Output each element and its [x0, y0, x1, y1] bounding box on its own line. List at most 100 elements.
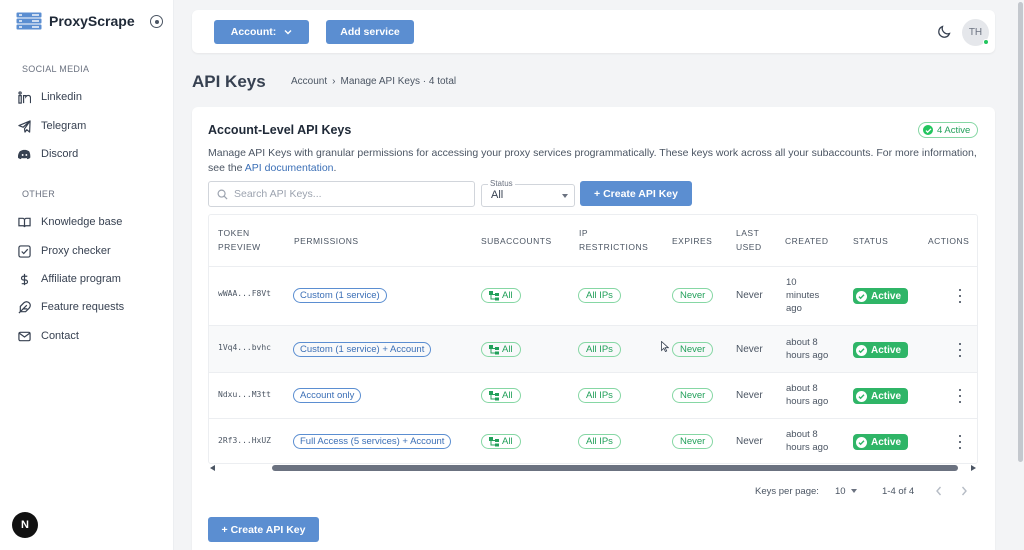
sidebar-item-label: Knowledge base [41, 216, 123, 228]
th-last-used: LAST USED [736, 226, 762, 254]
chevron-left-icon[interactable] [934, 485, 944, 497]
chevron-down-icon [284, 30, 292, 35]
status-text: Active [871, 436, 902, 448]
created-line: hours ago [786, 442, 829, 453]
sidebar-item-telegram[interactable]: Telegram [18, 117, 86, 135]
online-status-dot [983, 39, 989, 45]
add-service-button[interactable]: Add service [326, 20, 414, 44]
sidebar-item-label: Linkedin [41, 91, 82, 103]
created-line: minutes [786, 290, 820, 301]
check-circle-icon [856, 344, 867, 356]
sidebar-item-knowledge-base[interactable]: Knowledge base [18, 213, 122, 231]
status-badge: Active [853, 288, 909, 304]
more-vertical-icon[interactable] [957, 343, 963, 357]
status-badge: Active [853, 388, 909, 404]
status-filter-label: Status [488, 179, 515, 188]
row-actions[interactable] [957, 389, 963, 403]
row-actions[interactable] [957, 289, 963, 303]
search-input[interactable] [234, 188, 464, 200]
last-used-value: Never [736, 390, 763, 401]
subaccounts-tag: All [481, 342, 521, 357]
dollar-icon [20, 273, 29, 285]
book-icon [18, 217, 31, 227]
expires-cell: Never [672, 388, 714, 403]
moon-icon[interactable] [937, 25, 951, 39]
status-badge: Active [853, 342, 909, 358]
token-preview: 1Vq4...bvhc [218, 343, 271, 352]
expires-tag: Never [672, 342, 714, 357]
avatar[interactable]: TH [962, 19, 989, 46]
check-circle-icon [923, 125, 933, 135]
keys-per-page-select[interactable]: 10 [835, 484, 859, 498]
breadcrumb: Account › Manage API Keys · 4 total [291, 76, 456, 87]
expires-cell: Never [672, 288, 714, 303]
table-row[interactable]: 1Vq4...bvhc Custom (1 service) + Account… [209, 326, 977, 373]
created-value: about 8 hours ago [786, 336, 828, 362]
row-actions[interactable] [957, 435, 963, 449]
brand-name: ProxyScrape [49, 13, 135, 29]
breadcrumb-separator-icon: › [332, 76, 336, 87]
sidebar-item-discord[interactable]: Discord [18, 145, 78, 163]
token-preview: wWAA...F8Vt [218, 289, 271, 298]
sidebar-collapse-icon[interactable] [150, 15, 163, 28]
table-row[interactable]: 2Rf3...HxUZ Full Access (5 services) + A… [209, 419, 977, 463]
permissions-tag: Custom (1 service) [293, 288, 387, 303]
account-dropdown-button[interactable]: Account: [214, 20, 309, 44]
status-cell: Active [853, 388, 909, 404]
status-cell: Active [853, 434, 909, 450]
last-used-value: Never [736, 290, 763, 301]
sidebar-item-feature-requests[interactable]: Feature requests [18, 298, 124, 316]
sidebar-item-contact[interactable]: Contact [18, 327, 79, 345]
ip-restrictions-tag: All IPs [578, 288, 621, 303]
row-actions[interactable] [957, 343, 963, 357]
create-api-key-bottom-button[interactable]: + Create API Key [208, 517, 319, 542]
search-field[interactable] [208, 181, 475, 207]
scrollbar-thumb[interactable] [272, 465, 958, 471]
brand[interactable]: ProxyScrape [16, 12, 135, 30]
mail-icon [18, 331, 31, 341]
api-keys-table: TOKEN PREVIEW PERMISSIONS SUBACCOUNTS IP… [208, 214, 978, 464]
section-title-other: OTHER [22, 189, 55, 199]
ip-cell: All IPs [578, 434, 621, 449]
expires-tag: Never [672, 434, 714, 449]
server-stack-icon [16, 12, 42, 30]
sidebar-item-linkedin[interactable]: Linkedin [18, 88, 82, 106]
api-documentation-link[interactable]: API documentation [245, 162, 334, 174]
th-actions: ACTIONS [928, 236, 970, 246]
more-vertical-icon[interactable] [957, 435, 963, 449]
permissions-cell: Custom (1 service) + Account [293, 342, 432, 357]
linkedin-icon [18, 90, 31, 104]
created-value: 10 minutes ago [786, 276, 819, 315]
avatar-initials: TH [968, 27, 983, 38]
caret-down-icon [850, 489, 857, 493]
create-api-key-button[interactable]: + Create API Key [580, 181, 692, 206]
sidebar-item-affiliate-program[interactable]: Affiliate program [18, 270, 121, 288]
ip-cell: All IPs [578, 288, 621, 303]
sidebar-item-label: Affiliate program [41, 273, 121, 285]
table-row[interactable]: Ndxu...M3tt Account only All All IPs Nev… [209, 373, 977, 419]
scroll-left-icon[interactable] [210, 465, 215, 471]
page-title: API Keys [192, 72, 266, 91]
subaccounts-tree-icon [489, 344, 499, 354]
sidebar: ProxyScrape SOCIAL MEDIA Linkedin Telegr… [0, 0, 174, 550]
expires-cell: Never [672, 434, 714, 449]
scroll-right-icon[interactable] [971, 465, 976, 471]
n-badge-button[interactable]: N [12, 512, 38, 538]
sidebar-item-proxy-checker[interactable]: Proxy checker [18, 242, 111, 260]
th-status: STATUS [853, 236, 889, 246]
subaccounts-tag: All [481, 388, 521, 403]
table-row[interactable]: wWAA...F8Vt Custom (1 service) All All I… [209, 267, 977, 326]
description-suffix: . [333, 162, 337, 174]
page-vertical-scrollbar[interactable] [1017, 0, 1024, 550]
status-filter-select[interactable]: Status All [481, 179, 575, 207]
subaccounts-text: All [502, 390, 513, 401]
subaccounts-tree-icon [489, 436, 499, 446]
breadcrumb-root[interactable]: Account [291, 76, 327, 87]
more-vertical-icon[interactable] [957, 289, 963, 303]
horizontal-scrollbar[interactable] [208, 464, 978, 473]
more-vertical-icon[interactable] [957, 389, 963, 403]
created-line: hours ago [786, 396, 829, 407]
ip-restrictions-tag: All IPs [578, 342, 621, 357]
chevron-right-icon[interactable] [959, 485, 969, 497]
page-scrollbar-thumb[interactable] [1018, 2, 1023, 462]
